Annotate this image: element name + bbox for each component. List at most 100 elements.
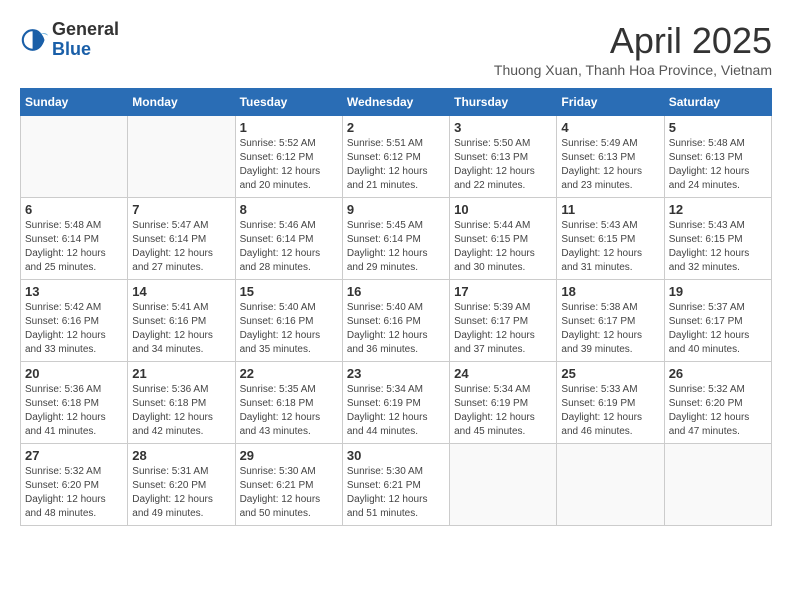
day-info: Sunrise: 5:36 AM Sunset: 6:18 PM Dayligh… [25, 383, 123, 439]
calendar-day-26: 26 Sunrise: 5:32 AM Sunset: 6:20 PM Dayli… [664, 362, 771, 444]
calendar-day-23: 23 Sunrise: 5:34 AM Sunset: 6:19 PM Dayli… [342, 362, 449, 444]
calendar-day-12: 12 Sunrise: 5:43 AM Sunset: 6:15 PM Dayli… [664, 198, 771, 280]
day-number: 22 [240, 366, 338, 381]
day-info: Sunrise: 5:44 AM Sunset: 6:15 PM Dayligh… [454, 219, 552, 275]
day-number: 19 [669, 284, 767, 299]
day-number: 13 [25, 284, 123, 299]
day-number: 17 [454, 284, 552, 299]
calendar-day-14: 14 Sunrise: 5:41 AM Sunset: 6:16 PM Dayli… [128, 280, 235, 362]
calendar-day-2: 2 Sunrise: 5:51 AM Sunset: 6:12 PM Daylig… [342, 116, 449, 198]
day-info: Sunrise: 5:33 AM Sunset: 6:19 PM Dayligh… [561, 383, 659, 439]
calendar-header-saturday: Saturday [664, 89, 771, 116]
calendar-empty-cell [557, 444, 664, 526]
calendar-empty-cell [21, 116, 128, 198]
calendar-day-11: 11 Sunrise: 5:43 AM Sunset: 6:15 PM Dayli… [557, 198, 664, 280]
day-info: Sunrise: 5:39 AM Sunset: 6:17 PM Dayligh… [454, 301, 552, 357]
day-number: 8 [240, 202, 338, 217]
calendar-day-28: 28 Sunrise: 5:31 AM Sunset: 6:20 PM Dayli… [128, 444, 235, 526]
day-number: 28 [132, 448, 230, 463]
calendar-day-29: 29 Sunrise: 5:30 AM Sunset: 6:21 PM Dayli… [235, 444, 342, 526]
calendar-day-18: 18 Sunrise: 5:38 AM Sunset: 6:17 PM Dayli… [557, 280, 664, 362]
calendar-day-3: 3 Sunrise: 5:50 AM Sunset: 6:13 PM Daylig… [450, 116, 557, 198]
logo-general: General [52, 20, 119, 40]
day-info: Sunrise: 5:34 AM Sunset: 6:19 PM Dayligh… [347, 383, 445, 439]
calendar-day-22: 22 Sunrise: 5:35 AM Sunset: 6:18 PM Dayli… [235, 362, 342, 444]
day-number: 7 [132, 202, 230, 217]
calendar-day-1: 1Sunrise: 5:52 AM Sunset: 6:12 PM Daylig… [235, 116, 342, 198]
calendar-week-row: 13 Sunrise: 5:42 AM Sunset: 6:16 PM Dayli… [21, 280, 772, 362]
day-number: 3 [454, 120, 552, 135]
calendar-week-row: 6 Sunrise: 5:48 AM Sunset: 6:14 PM Daylig… [21, 198, 772, 280]
day-number: 10 [454, 202, 552, 217]
day-number: 6 [25, 202, 123, 217]
day-info: Sunrise: 5:50 AM Sunset: 6:13 PM Dayligh… [454, 137, 552, 193]
month-title: April 2025 [494, 20, 772, 62]
calendar-empty-cell [450, 444, 557, 526]
day-info: Sunrise: 5:30 AM Sunset: 6:21 PM Dayligh… [347, 465, 445, 521]
day-number: 30 [347, 448, 445, 463]
day-number: 21 [132, 366, 230, 381]
page-header: General Blue April 2025 Thuong Xuan, Tha… [20, 20, 772, 78]
calendar-day-10: 10 Sunrise: 5:44 AM Sunset: 6:15 PM Dayli… [450, 198, 557, 280]
day-info: Sunrise: 5:43 AM Sunset: 6:15 PM Dayligh… [561, 219, 659, 275]
day-number: 2 [347, 120, 445, 135]
day-info: Sunrise: 5:42 AM Sunset: 6:16 PM Dayligh… [25, 301, 123, 357]
day-number: 24 [454, 366, 552, 381]
day-number: 25 [561, 366, 659, 381]
day-number: 14 [132, 284, 230, 299]
calendar-week-row: 20 Sunrise: 5:36 AM Sunset: 6:18 PM Dayli… [21, 362, 772, 444]
logo-icon [20, 26, 48, 54]
day-info: Sunrise: 5:51 AM Sunset: 6:12 PM Dayligh… [347, 137, 445, 193]
calendar-table: SundayMondayTuesdayWednesdayThursdayFrid… [20, 88, 772, 526]
calendar-day-6: 6 Sunrise: 5:48 AM Sunset: 6:14 PM Daylig… [21, 198, 128, 280]
day-number: 20 [25, 366, 123, 381]
day-info: Sunrise: 5:31 AM Sunset: 6:20 PM Dayligh… [132, 465, 230, 521]
title-section: April 2025 Thuong Xuan, Thanh Hoa Provin… [494, 20, 772, 78]
day-number: 9 [347, 202, 445, 217]
day-number: 26 [669, 366, 767, 381]
calendar-day-16: 16Sunrise: 5:40 AM Sunset: 6:16 PM Dayli… [342, 280, 449, 362]
day-info: Sunrise: 5:48 AM Sunset: 6:14 PM Dayligh… [25, 219, 123, 275]
day-info: Sunrise: 5:52 AM Sunset: 6:12 PM Dayligh… [240, 137, 338, 193]
day-info: Sunrise: 5:43 AM Sunset: 6:15 PM Dayligh… [669, 219, 767, 275]
day-info: Sunrise: 5:35 AM Sunset: 6:18 PM Dayligh… [240, 383, 338, 439]
calendar-empty-cell [128, 116, 235, 198]
calendar-day-15: 15 Sunrise: 5:40 AM Sunset: 6:16 PM Dayli… [235, 280, 342, 362]
day-number: 15 [240, 284, 338, 299]
day-info: Sunrise: 5:32 AM Sunset: 6:20 PM Dayligh… [669, 383, 767, 439]
logo-text: General Blue [52, 20, 119, 60]
day-info: Sunrise: 5:49 AM Sunset: 6:13 PM Dayligh… [561, 137, 659, 193]
day-info: Sunrise: 5:30 AM Sunset: 6:21 PM Dayligh… [240, 465, 338, 521]
day-info: Sunrise: 5:46 AM Sunset: 6:14 PM Dayligh… [240, 219, 338, 275]
day-info: Sunrise: 5:36 AM Sunset: 6:18 PM Dayligh… [132, 383, 230, 439]
day-number: 29 [240, 448, 338, 463]
day-number: 27 [25, 448, 123, 463]
day-info: Sunrise: 5:48 AM Sunset: 6:13 PM Dayligh… [669, 137, 767, 193]
calendar-day-21: 21 Sunrise: 5:36 AM Sunset: 6:18 PM Dayli… [128, 362, 235, 444]
calendar-header-row: SundayMondayTuesdayWednesdayThursdayFrid… [21, 89, 772, 116]
day-number: 18 [561, 284, 659, 299]
day-number: 23 [347, 366, 445, 381]
day-info: Sunrise: 5:38 AM Sunset: 6:17 PM Dayligh… [561, 301, 659, 357]
calendar-day-9: 9 Sunrise: 5:45 AM Sunset: 6:14 PM Daylig… [342, 198, 449, 280]
day-number: 4 [561, 120, 659, 135]
calendar-week-row: 27 Sunrise: 5:32 AM Sunset: 6:20 PM Dayli… [21, 444, 772, 526]
day-number: 12 [669, 202, 767, 217]
day-info: Sunrise: 5:47 AM Sunset: 6:14 PM Dayligh… [132, 219, 230, 275]
day-info: Sunrise: 5:40 AM Sunset: 6:16 PM Dayligh… [240, 301, 338, 357]
day-info: Sunrise: 5:40 AM Sunset: 6:16 PM Dayligh… [347, 301, 445, 357]
calendar-day-17: 17 Sunrise: 5:39 AM Sunset: 6:17 PM Dayli… [450, 280, 557, 362]
calendar-header-wednesday: Wednesday [342, 89, 449, 116]
day-info: Sunrise: 5:45 AM Sunset: 6:14 PM Dayligh… [347, 219, 445, 275]
calendar-day-8: 8 Sunrise: 5:46 AM Sunset: 6:14 PM Daylig… [235, 198, 342, 280]
day-info: Sunrise: 5:37 AM Sunset: 6:17 PM Dayligh… [669, 301, 767, 357]
calendar-header-tuesday: Tuesday [235, 89, 342, 116]
day-info: Sunrise: 5:41 AM Sunset: 6:16 PM Dayligh… [132, 301, 230, 357]
calendar-day-4: 4 Sunrise: 5:49 AM Sunset: 6:13 PM Daylig… [557, 116, 664, 198]
logo-blue: Blue [52, 40, 119, 60]
day-number: 11 [561, 202, 659, 217]
day-info: Sunrise: 5:32 AM Sunset: 6:20 PM Dayligh… [25, 465, 123, 521]
location: Thuong Xuan, Thanh Hoa Province, Vietnam [494, 62, 772, 78]
calendar-header-monday: Monday [128, 89, 235, 116]
calendar-day-30: 30 Sunrise: 5:30 AM Sunset: 6:21 PM Dayli… [342, 444, 449, 526]
